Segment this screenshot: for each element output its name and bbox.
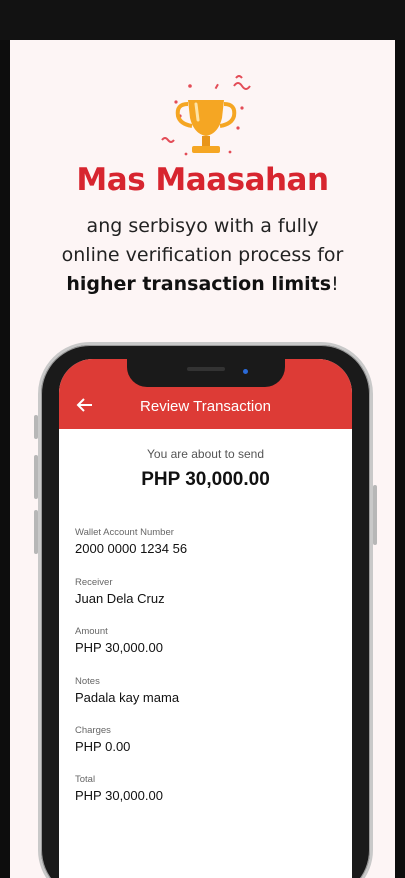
promo-line-3-tail: ! — [331, 273, 339, 295]
field-label: Amount — [75, 626, 108, 637]
phone-volume-down — [34, 510, 38, 554]
field-value: 2000 0000 1234 56 — [75, 541, 188, 556]
promo-card: Mas Maasahan ang serbisyo with a fully o… — [10, 40, 395, 878]
field-wallet-account: Wallet Account Number 2000 0000 1234 56 — [75, 527, 335, 556]
field-receiver: Receiver Juan Dela Cruz — [75, 577, 335, 606]
top-status-strip — [0, 0, 405, 40]
phone-mute-switch — [34, 415, 38, 439]
arrow-left-icon[interactable] — [73, 395, 97, 419]
phone-volume-up — [34, 455, 38, 499]
phone-screen: Review Transaction You are about to send… — [59, 359, 352, 878]
field-value: Padala kay mama — [75, 690, 180, 705]
send-amount: PHP 30,000.00 — [141, 469, 270, 490]
left-border — [0, 40, 10, 878]
field-total: Total PHP 30,000.00 — [75, 774, 335, 803]
speaker-grille — [187, 367, 225, 371]
field-label: Receiver — [75, 577, 113, 588]
trophy-icon — [161, 75, 251, 156]
field-value: PHP 30,000.00 — [75, 788, 163, 803]
promo-headline: Mas Maasahan — [76, 162, 329, 198]
field-value: Juan Dela Cruz — [75, 591, 165, 606]
front-camera — [243, 369, 248, 374]
field-label: Charges — [75, 725, 111, 736]
phone-notch — [127, 359, 285, 387]
promo-line-1: ang serbisyo with a fully — [86, 215, 319, 237]
promo-subtext: ang serbisyo with a fully online verific… — [10, 212, 395, 299]
promo-line-3-bold: higher transaction limits — [66, 273, 332, 295]
send-prompt: You are about to send — [147, 447, 264, 461]
field-notes: Notes Padala kay mama — [75, 676, 335, 705]
field-amount: Amount PHP 30,000.00 — [75, 626, 335, 655]
phone-power-button — [373, 485, 377, 545]
field-label: Notes — [75, 676, 100, 687]
field-value: PHP 0.00 — [75, 739, 131, 754]
field-value: PHP 30,000.00 — [75, 640, 163, 655]
field-charges: Charges PHP 0.00 — [75, 725, 335, 754]
field-label: Wallet Account Number — [75, 527, 174, 538]
app-bar-title: Review Transaction — [140, 398, 271, 415]
phone-mockup: Review Transaction You are about to send… — [34, 342, 377, 878]
field-label: Total — [75, 774, 96, 785]
promo-line-2: online verification process for — [61, 244, 344, 266]
promo-line-3: higher transaction limits! — [10, 270, 395, 299]
right-border — [395, 40, 405, 878]
